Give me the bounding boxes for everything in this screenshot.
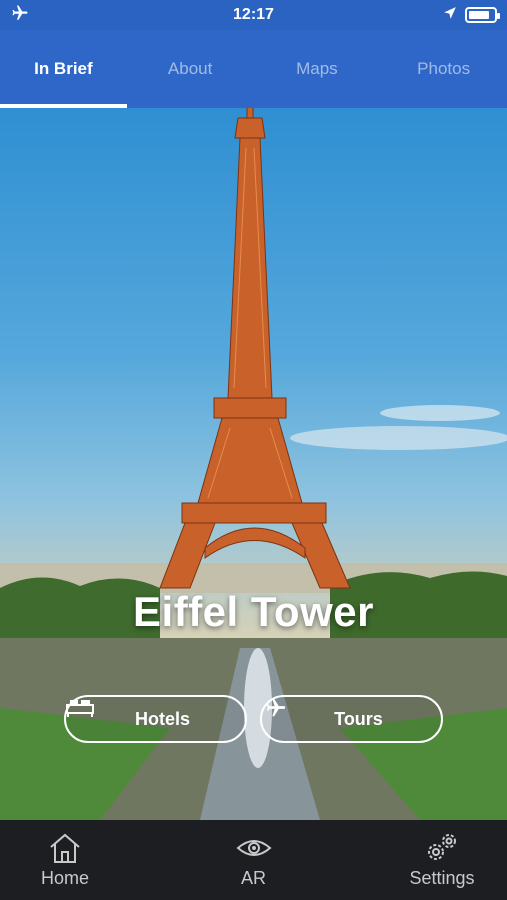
airplane-mode-icon [10,4,30,27]
nav-ar[interactable]: AR [209,820,299,900]
tab-label: In Brief [34,59,93,78]
hotels-label: Hotels [134,708,190,729]
nav-settings-label: Settings [409,867,475,888]
location-arrow-icon [443,6,457,25]
battery-icon [464,7,500,23]
hero-image: Eiffel Tower Hotels Tours [0,108,507,820]
tab-label: Maps [296,59,338,78]
nav-ar-label: AR [240,867,266,888]
nav-settings[interactable]: Settings [397,820,487,900]
hotels-button[interactable]: Hotels [64,695,247,743]
tours-label: Tours [334,708,383,729]
place-title: Eiffel Tower [133,588,374,635]
gears-icon [424,832,460,864]
tab-bar: In Brief About Maps Photos [0,30,507,108]
nav-home[interactable]: Home [20,820,110,900]
bottom-nav: Home AR Settings [0,820,507,900]
eye-icon [235,832,272,864]
tab-label: About [167,59,213,78]
status-time: 12:17 [233,6,274,23]
tab-about[interactable]: About [127,30,254,108]
status-bar: 12:17 [0,0,507,30]
tab-maps[interactable]: Maps [254,30,381,108]
tab-label: Photos [417,59,471,78]
nav-home-label: Home [40,867,89,888]
tab-in-brief[interactable]: In Brief [0,30,127,108]
tab-photos[interactable]: Photos [380,30,507,108]
tours-button[interactable]: Tours [260,695,443,743]
home-icon [48,832,82,864]
